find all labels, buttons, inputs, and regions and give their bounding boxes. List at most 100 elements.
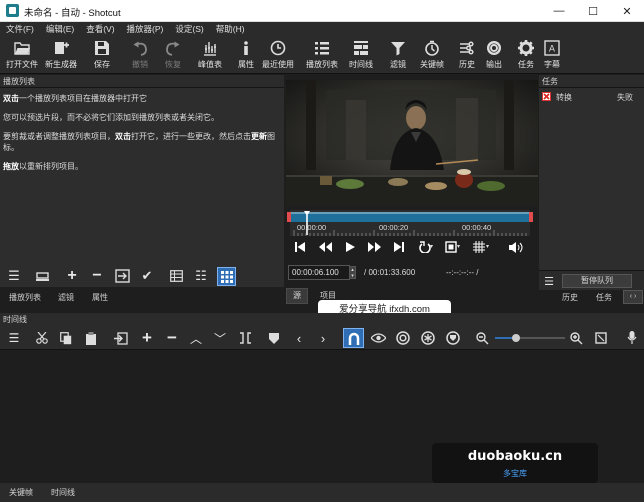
clock-icon bbox=[270, 40, 286, 56]
skip-next-icon[interactable] bbox=[391, 239, 407, 255]
menu-icon[interactable]: ☰ bbox=[6, 268, 22, 284]
tab-scroll-arrows[interactable]: ‹ › bbox=[623, 290, 643, 304]
toolbar-subtitle-button[interactable]: A 字幕 bbox=[534, 37, 570, 73]
tab-history[interactable]: 历史 bbox=[562, 292, 578, 303]
svg-text:A: A bbox=[549, 45, 556, 55]
ripple-all-icon[interactable] bbox=[420, 330, 436, 346]
toolbar-timeline-button[interactable]: 时间线 bbox=[343, 37, 379, 73]
menu-settings[interactable]: 设定(S) bbox=[169, 22, 209, 36]
list-view-icon[interactable]: ☷ bbox=[193, 268, 209, 284]
remove-all-icon[interactable] bbox=[34, 268, 50, 284]
update-icon[interactable] bbox=[114, 268, 130, 284]
toolbar-playlist-button[interactable]: 播放列表 bbox=[304, 37, 340, 73]
toolbar-new-generator-button[interactable]: 新生成器 bbox=[43, 37, 79, 73]
split-icon[interactable] bbox=[237, 330, 253, 346]
menu-player[interactable]: 播放器(P) bbox=[121, 22, 170, 36]
zoom-dropdown-icon[interactable]: ▾ bbox=[457, 243, 460, 250]
details-view-icon[interactable] bbox=[168, 268, 184, 284]
playlist-icon bbox=[315, 42, 329, 55]
close-button[interactable]: ✕ bbox=[610, 0, 644, 22]
help-bold: 双击 bbox=[3, 94, 19, 103]
toolbar-info-button[interactable]: 属性 bbox=[228, 37, 264, 73]
icon-view-icon[interactable] bbox=[217, 267, 236, 286]
timeline-remove-icon[interactable]: − bbox=[164, 328, 180, 347]
timeline-icon bbox=[354, 41, 368, 55]
tab-playlist[interactable]: 播放列表 bbox=[9, 292, 41, 303]
toolbar-undo-button[interactable]: 撤销 bbox=[122, 37, 158, 73]
zoom-slider-handle[interactable] bbox=[512, 334, 520, 342]
tab-source[interactable]: 源 bbox=[286, 288, 308, 304]
toolbar-export-button[interactable]: 输出 bbox=[476, 37, 512, 73]
minimize-button[interactable]: — bbox=[542, 0, 576, 22]
toolbar-label: 恢复 bbox=[165, 60, 181, 69]
ripple-icon[interactable] bbox=[395, 330, 411, 346]
toolbar-label: 峰值表 bbox=[198, 60, 222, 69]
video-preview[interactable] bbox=[286, 80, 538, 206]
toolbar-folder-open-button[interactable]: 打开文件 bbox=[4, 37, 40, 73]
zoom-out-icon[interactable] bbox=[474, 330, 490, 346]
toolbar-filter-button[interactable]: 滤镜 bbox=[380, 37, 416, 73]
maximize-button[interactable]: ☐ bbox=[576, 0, 610, 22]
add-icon[interactable]: + bbox=[64, 267, 80, 284]
skip-previous-icon[interactable] bbox=[292, 239, 308, 255]
in-point-marker[interactable] bbox=[287, 212, 291, 222]
snap-icon[interactable] bbox=[343, 328, 364, 348]
scrubber[interactable]: 00:00:00 00:00:20 00:00:40 bbox=[287, 210, 533, 236]
timecode-bar: 00:00:06.100 ▴ ▾ / 00:01:33.600 --:--:--:… bbox=[286, 265, 538, 281]
check-icon[interactable]: ✔ bbox=[139, 268, 155, 284]
scrub-highlight bbox=[290, 212, 530, 214]
lift-icon[interactable]: ︿ bbox=[188, 330, 204, 346]
zoom-in-icon[interactable] bbox=[568, 330, 584, 346]
timecode-spinner[interactable]: ▴ ▾ bbox=[349, 266, 356, 279]
copy-icon[interactable] bbox=[58, 330, 74, 346]
tab-properties[interactable]: 属性 bbox=[92, 292, 108, 303]
timeline-menu-icon[interactable]: ☰ bbox=[6, 330, 22, 346]
toolbar-stopwatch-button[interactable]: 关键帧 bbox=[414, 37, 450, 73]
play-icon[interactable] bbox=[342, 239, 358, 255]
out-point-marker[interactable] bbox=[529, 212, 533, 222]
toolbar-peak-meter-button[interactable]: 峰值表 bbox=[192, 37, 228, 73]
failed-icon bbox=[542, 92, 551, 101]
toolbar-clock-button[interactable]: 最近使用 bbox=[260, 37, 296, 73]
tab-timeline[interactable]: 时间线 bbox=[51, 487, 75, 498]
timeline-tracks-area[interactable]: duobaoku.cn 多宝库 bbox=[0, 351, 644, 483]
pause-queue-button[interactable]: 暂停队列 bbox=[562, 274, 632, 288]
tab-filters[interactable]: 滤镜 bbox=[58, 292, 74, 303]
menu-help[interactable]: 帮助(H) bbox=[210, 22, 251, 36]
export-icon bbox=[487, 41, 501, 55]
scrub-drag-icon[interactable] bbox=[370, 330, 386, 346]
zoom-fit-icon[interactable] bbox=[593, 330, 609, 346]
zoom-slider[interactable] bbox=[495, 334, 565, 342]
remove-icon[interactable]: − bbox=[89, 267, 105, 284]
tab-keyframes[interactable]: 关键帧 bbox=[9, 487, 33, 498]
rewind-icon[interactable] bbox=[317, 239, 333, 255]
paste-icon[interactable] bbox=[83, 330, 99, 346]
bottom-tabs: 关键帧 时间线 bbox=[0, 483, 644, 502]
timeline-add-icon[interactable]: + bbox=[139, 328, 155, 347]
grid-dropdown-icon[interactable]: ▾ bbox=[486, 243, 489, 250]
toolbar-save-button[interactable]: 保存 bbox=[84, 37, 120, 73]
job-name[interactable]: 转换 bbox=[556, 92, 572, 103]
gear-icon bbox=[518, 40, 534, 56]
menu-view[interactable]: 查看(V) bbox=[80, 22, 120, 36]
cut-icon[interactable] bbox=[34, 330, 50, 346]
next-marker-icon[interactable]: › bbox=[315, 330, 331, 346]
marker-icon[interactable] bbox=[266, 330, 282, 346]
volume-icon[interactable] bbox=[508, 239, 524, 255]
menu-edit[interactable]: 编辑(E) bbox=[40, 22, 80, 36]
jobs-menu-icon[interactable]: ☰ bbox=[541, 273, 557, 289]
tab-jobs[interactable]: 任务 bbox=[596, 292, 612, 303]
menu-file[interactable]: 文件(F) bbox=[0, 22, 40, 36]
ripple-markers-icon[interactable] bbox=[445, 330, 461, 346]
toolbar-label: 关键帧 bbox=[420, 60, 444, 69]
fast-forward-icon[interactable] bbox=[366, 239, 382, 255]
toolbar-label: 时间线 bbox=[349, 60, 373, 69]
record-audio-icon[interactable] bbox=[624, 330, 640, 346]
grid-icon[interactable] bbox=[471, 239, 487, 255]
toolbar-redo-button[interactable]: 恢复 bbox=[155, 37, 191, 73]
loop-dropdown-icon[interactable]: ▾ bbox=[430, 243, 433, 250]
append-icon[interactable] bbox=[113, 330, 129, 346]
overwrite-icon[interactable]: ﹀ bbox=[212, 330, 228, 346]
prev-marker-icon[interactable]: ‹ bbox=[291, 330, 307, 346]
position-timecode[interactable]: 00:00:06.100 bbox=[288, 265, 350, 280]
